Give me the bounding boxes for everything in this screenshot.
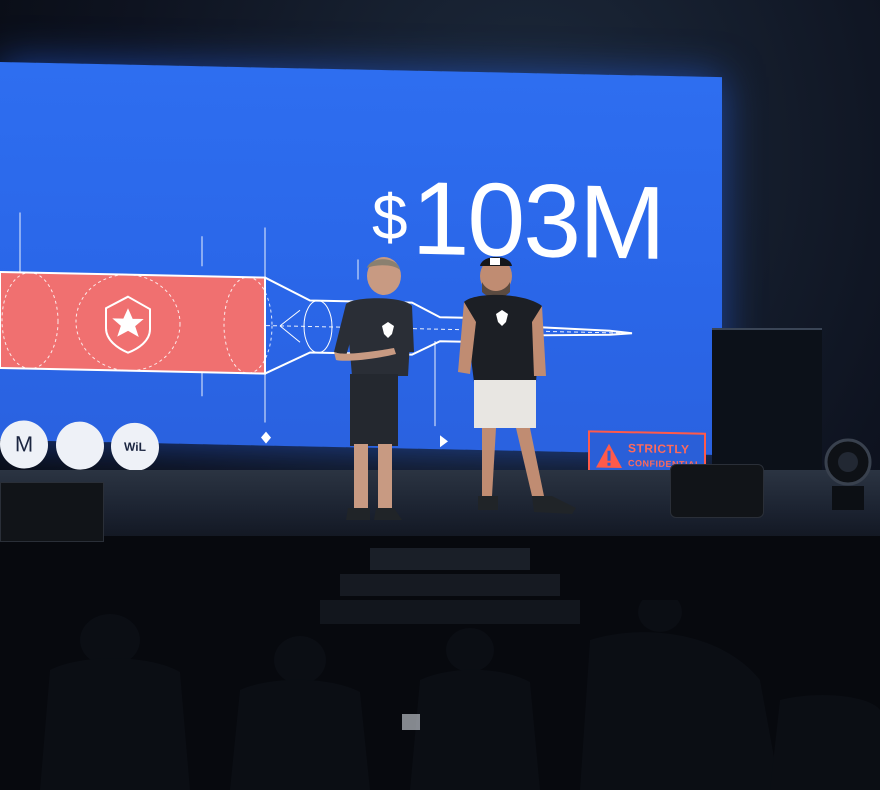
stage-light — [824, 438, 872, 510]
investor-logo-faint — [56, 421, 104, 471]
speaker-right — [458, 257, 576, 514]
currency-symbol: $ — [372, 180, 406, 254]
badge-line-1: STRICTLY — [628, 441, 690, 457]
investor-label: WiL — [124, 439, 146, 455]
stage-photo: $103M M WiL STRICTLY CONFIDENTIAL — [0, 0, 880, 790]
stage-monitor-left — [0, 482, 104, 542]
lectern — [712, 328, 822, 480]
investor-label: M — [14, 431, 34, 457]
investor-logo-m: M — [0, 420, 48, 470]
speaker-left — [334, 257, 414, 520]
audience-silhouettes — [40, 600, 880, 790]
investor-logo-wil: WiL — [111, 422, 159, 472]
stage-monitor-right — [670, 464, 764, 518]
